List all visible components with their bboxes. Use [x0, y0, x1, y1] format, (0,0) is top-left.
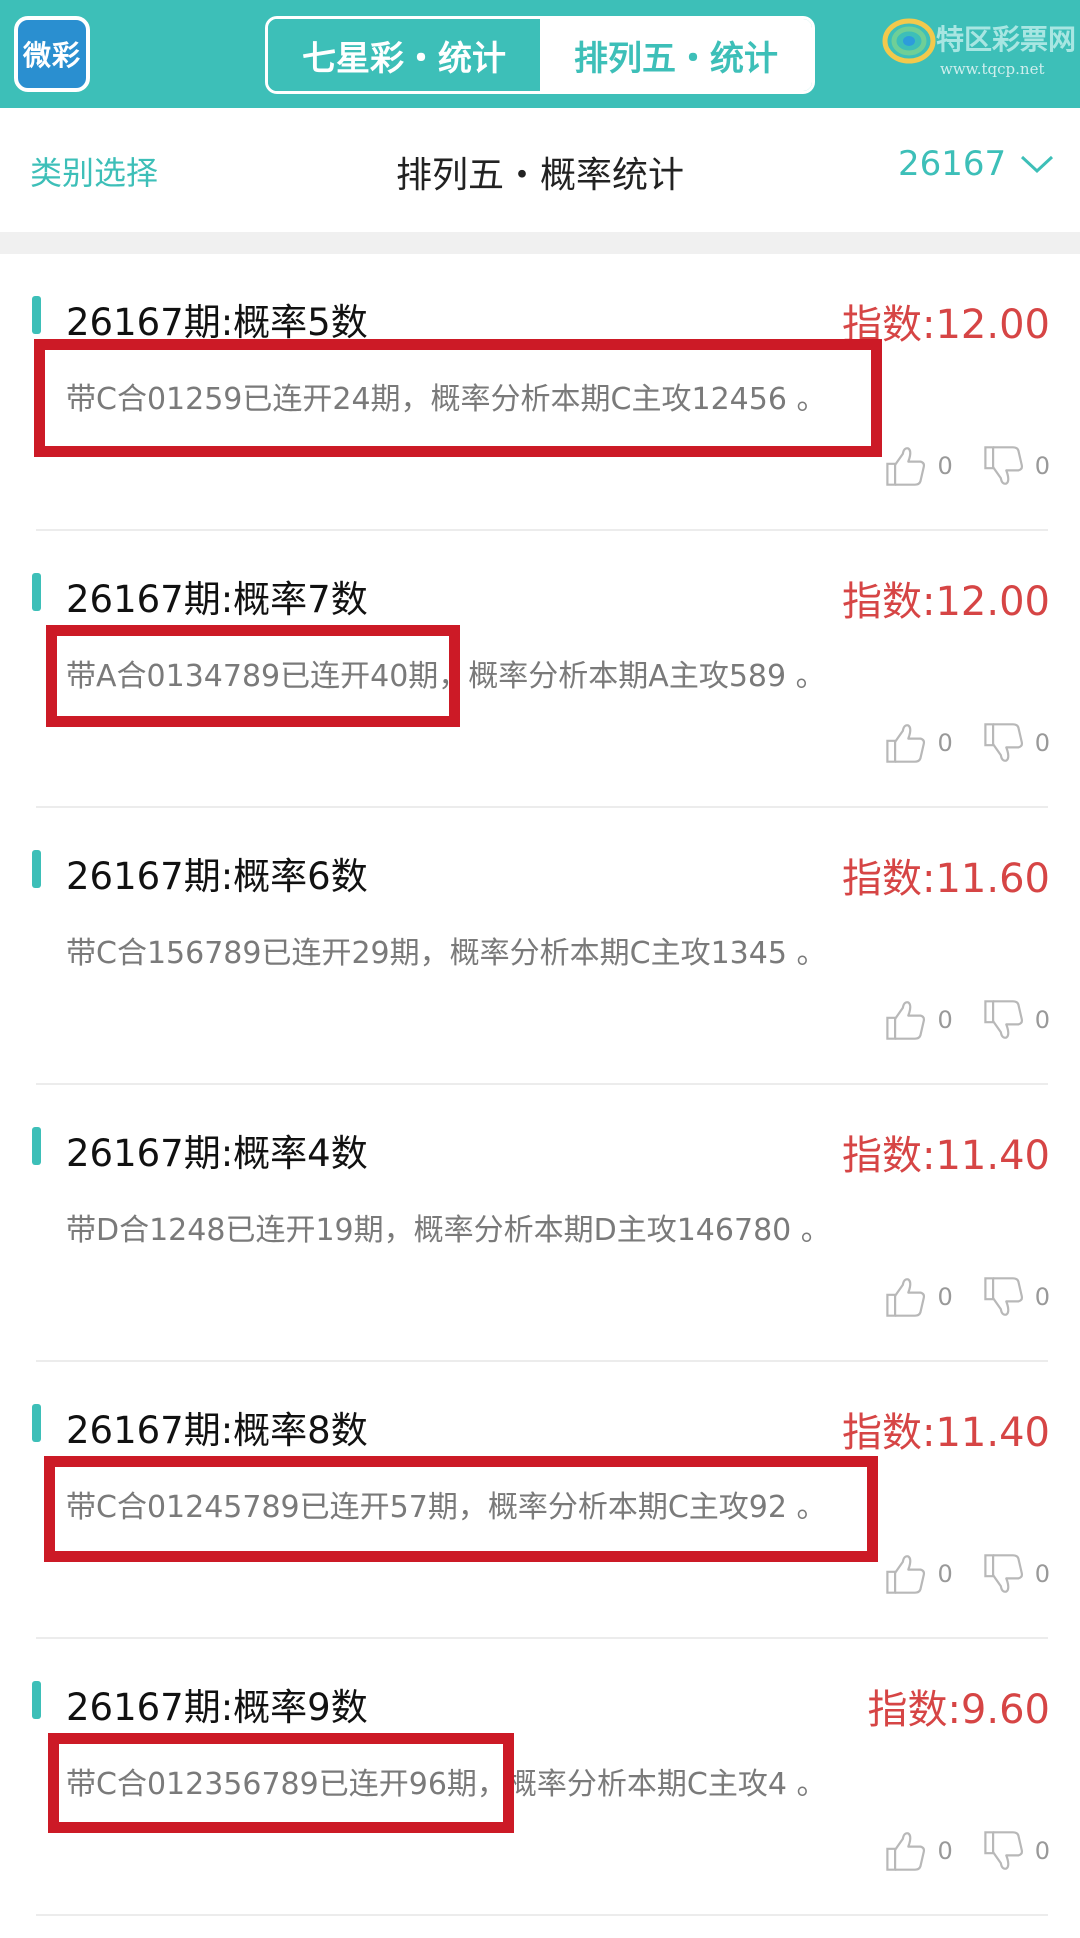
brand-watermark: 特区彩票网 www.tqcp.net [878, 10, 1077, 100]
vote-group: 0 0 [855, 1275, 1050, 1319]
dislike-button[interactable]: 0 [981, 721, 1050, 765]
dislike-button[interactable]: 0 [981, 1275, 1050, 1319]
dislike-count: 0 [1034, 452, 1050, 480]
item-marker [32, 1404, 41, 1442]
item-marker [32, 296, 41, 334]
issue-select-dropdown[interactable]: 26167 [898, 144, 1054, 184]
like-button[interactable]: 0 [883, 1829, 953, 1873]
like-count: 0 [937, 1006, 953, 1034]
highlight-box [46, 625, 460, 727]
thumbs-down-icon [981, 1275, 1025, 1319]
brand-name: 特区彩票网 [936, 23, 1077, 56]
like-count: 0 [937, 1560, 953, 1588]
dislike-count: 0 [1034, 1560, 1050, 1588]
list-item[interactable]: 26167期:概率4数 指数:11.40 带D合1248已连开19期，概率分析本… [0, 1085, 1080, 1362]
item-index-value: 指数:11.60 [842, 856, 1050, 902]
like-count: 0 [937, 452, 953, 480]
brand-swirl-icon [882, 18, 936, 64]
item-marker [32, 1127, 41, 1165]
list-item[interactable]: 26167期:概率9数 指数:9.60 带C合012356789已连开96期，概… [0, 1639, 1080, 1916]
thumbs-up-icon [883, 998, 927, 1042]
tab-pailiewu-stats[interactable]: 排列五・统计 [540, 19, 812, 91]
item-description: 带D合1248已连开19期，概率分析本期D主攻146780 。 [66, 1213, 831, 1248]
dislike-button[interactable]: 0 [981, 1552, 1050, 1596]
dislike-button[interactable]: 0 [981, 444, 1050, 488]
like-count: 0 [937, 729, 953, 757]
like-count: 0 [937, 1837, 953, 1865]
thumbs-up-icon [883, 1552, 927, 1596]
list-item[interactable]: 26167期:概率8数 指数:11.40 带C合01245789已连开57期，概… [0, 1362, 1080, 1639]
probability-list: 26167期:概率5数 指数:12.00 带C合01259已连开24期，概率分析… [0, 254, 1080, 1916]
thumbs-down-icon [981, 1552, 1025, 1596]
section-separator [0, 232, 1080, 254]
thumbs-down-icon [981, 1829, 1025, 1873]
thumbs-up-icon [883, 1829, 927, 1873]
dislike-count: 0 [1034, 1837, 1050, 1865]
dislike-button[interactable]: 0 [981, 998, 1050, 1042]
thumbs-up-icon [883, 444, 927, 488]
brand-url: www.tqcp.net [940, 60, 1045, 78]
vote-group: 0 0 [855, 444, 1050, 488]
vote-group: 0 0 [855, 998, 1050, 1042]
item-index-value: 指数:11.40 [842, 1410, 1050, 1456]
item-title: 26167期:概率7数 [66, 578, 368, 621]
chevron-down-icon [1021, 155, 1054, 174]
issue-number: 26167 [898, 144, 1007, 184]
highlight-box [48, 1733, 514, 1833]
item-divider [36, 1914, 1048, 1916]
item-index-value: 指数:9.60 [867, 1687, 1050, 1733]
like-button[interactable]: 0 [883, 1275, 953, 1319]
item-title: 26167期:概率4数 [66, 1132, 368, 1175]
app-logo[interactable]: 微彩 [14, 16, 90, 92]
top-bar: 微彩 七星彩・统计 排列五・统计 特区彩票网 www.tqcp.net [0, 0, 1080, 108]
item-index-value: 指数:12.00 [842, 579, 1050, 625]
like-button[interactable]: 0 [883, 1552, 953, 1596]
lottery-type-switch: 七星彩・统计 排列五・统计 [265, 16, 815, 94]
item-title: 26167期:概率9数 [66, 1686, 368, 1729]
thumbs-down-icon [981, 444, 1025, 488]
app-logo-text: 微彩 [22, 39, 81, 72]
list-item[interactable]: 26167期:概率6数 指数:11.60 带C合156789已连开29期，概率分… [0, 808, 1080, 1085]
tab-qixingcai-stats[interactable]: 七星彩・统计 [268, 19, 540, 91]
like-button[interactable]: 0 [883, 721, 953, 765]
item-marker [32, 1681, 41, 1719]
list-item[interactable]: 26167期:概率7数 指数:12.00 带A合0134789已连开40期，概率… [0, 531, 1080, 808]
item-title: 26167期:概率8数 [66, 1409, 368, 1452]
thumbs-down-icon [981, 721, 1025, 765]
list-item[interactable]: 26167期:概率5数 指数:12.00 带C合01259已连开24期，概率分析… [0, 254, 1080, 531]
item-index-value: 指数:11.40 [842, 1133, 1050, 1179]
thumbs-down-icon [981, 998, 1025, 1042]
highlight-box [34, 339, 882, 457]
item-title: 26167期:概率5数 [66, 301, 368, 344]
vote-group: 0 0 [855, 721, 1050, 765]
dislike-button[interactable]: 0 [981, 1829, 1050, 1873]
highlight-box [44, 1456, 878, 1562]
dislike-count: 0 [1034, 1283, 1050, 1311]
sub-header: 类别选择 排列五・概率统计 26167 [0, 108, 1080, 232]
thumbs-up-icon [883, 721, 927, 765]
thumbs-up-icon [883, 1275, 927, 1319]
item-description: 带C合156789已连开29期，概率分析本期C主攻1345 。 [66, 936, 827, 971]
item-marker [32, 850, 41, 888]
vote-group: 0 0 [855, 1829, 1050, 1873]
like-count: 0 [937, 1283, 953, 1311]
dislike-count: 0 [1034, 729, 1050, 757]
item-marker [32, 573, 41, 611]
dislike-count: 0 [1034, 1006, 1050, 1034]
like-button[interactable]: 0 [883, 444, 953, 488]
like-button[interactable]: 0 [883, 998, 953, 1042]
item-title: 26167期:概率6数 [66, 855, 368, 898]
vote-group: 0 0 [855, 1552, 1050, 1596]
